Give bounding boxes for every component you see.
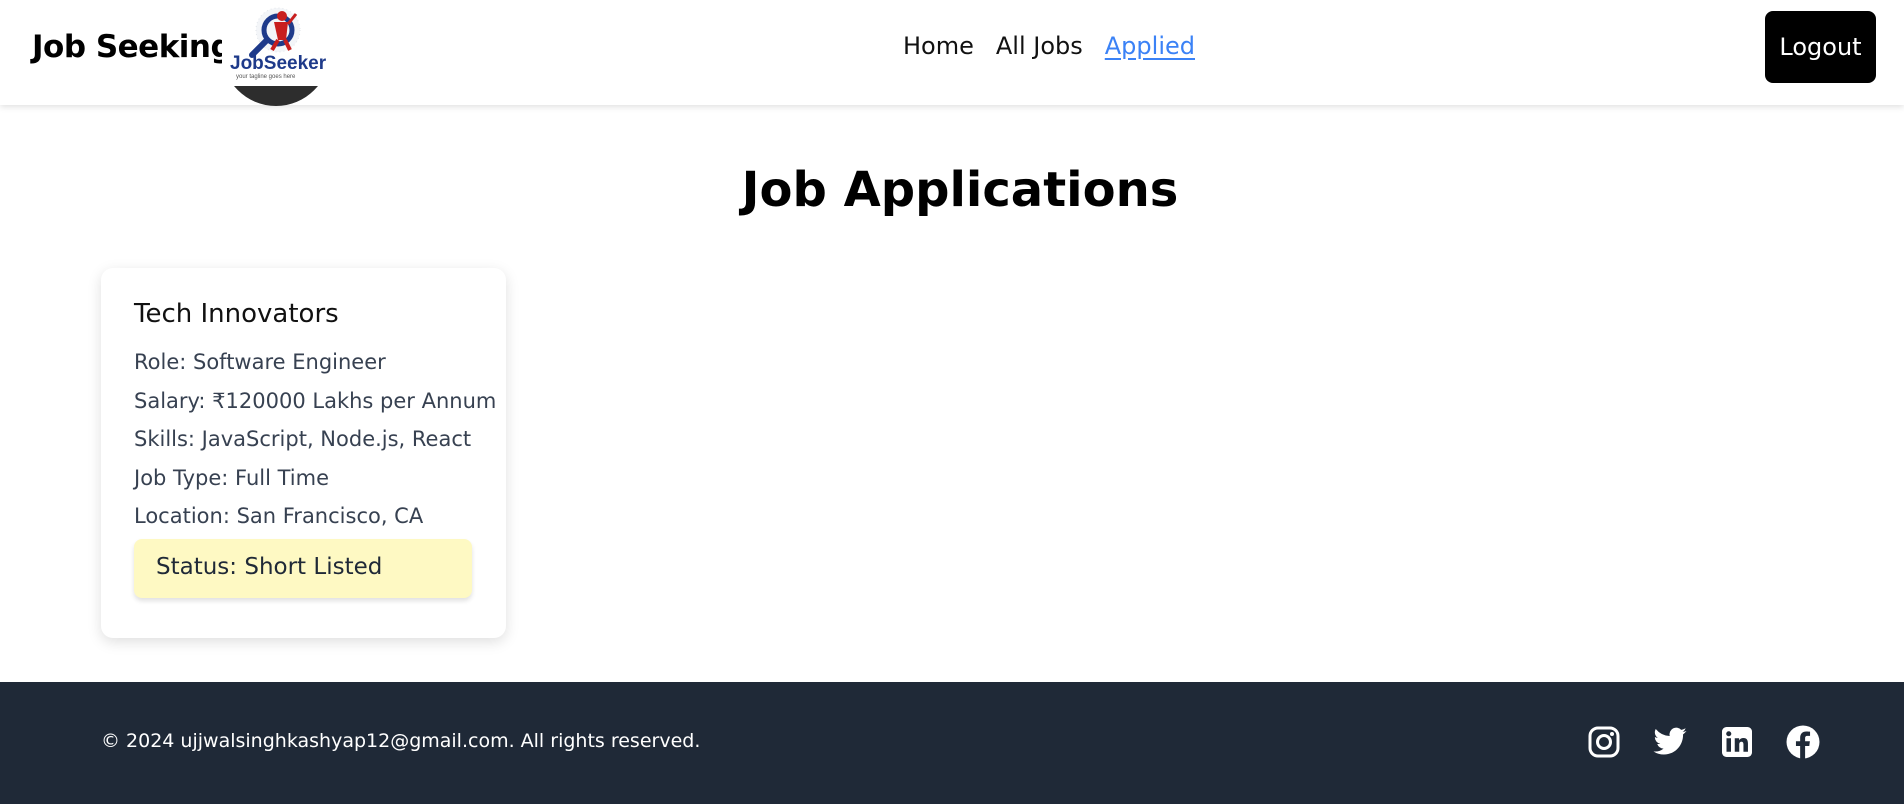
main-nav: Home All Jobs Applied [903,32,1195,60]
job-location: Location: San Francisco, CA [134,504,424,528]
nav-applied[interactable]: Applied [1105,32,1195,60]
logo-text: JobSeeker [230,53,327,74]
facebook-icon[interactable] [1785,724,1821,760]
job-type: Job Type: Full Time [134,466,330,490]
status-text: Status: Short Listed [156,554,383,580]
copyright-text: © 2024 ujjwalsinghkashyap12@gmail.com. A… [101,730,701,752]
nav-all-jobs[interactable]: All Jobs [996,32,1083,60]
job-role: Role: Software Engineer [134,350,386,374]
jobseeker-logo: JobSeeker your tagline goes here [222,0,330,108]
status-badge: Status: Short Listed [134,539,472,598]
job-salary: Salary: ₹120000 Lakhs per Annum [134,389,497,413]
brand-title: Job Seeking [32,29,233,65]
linkedin-icon[interactable] [1719,724,1755,760]
nav-home[interactable]: Home [903,32,974,60]
logout-button[interactable]: Logout [1765,11,1876,83]
twitter-icon[interactable] [1652,724,1688,760]
company-name: Tech Innovators [134,299,339,329]
footer: © 2024 ujjwalsinghkashyap12@gmail.com. A… [0,682,1904,804]
instagram-icon[interactable] [1586,724,1622,760]
page-title: Job Applications [741,162,1179,218]
job-skills: Skills: JavaScript, Node.js, React [134,427,472,451]
application-card: Tech Innovators Role: Software Engineer … [101,268,506,638]
top-navbar: Job Seeking JobSeeker your tagline goes … [0,0,1904,108]
logo-tagline: your tagline goes here [236,74,296,80]
